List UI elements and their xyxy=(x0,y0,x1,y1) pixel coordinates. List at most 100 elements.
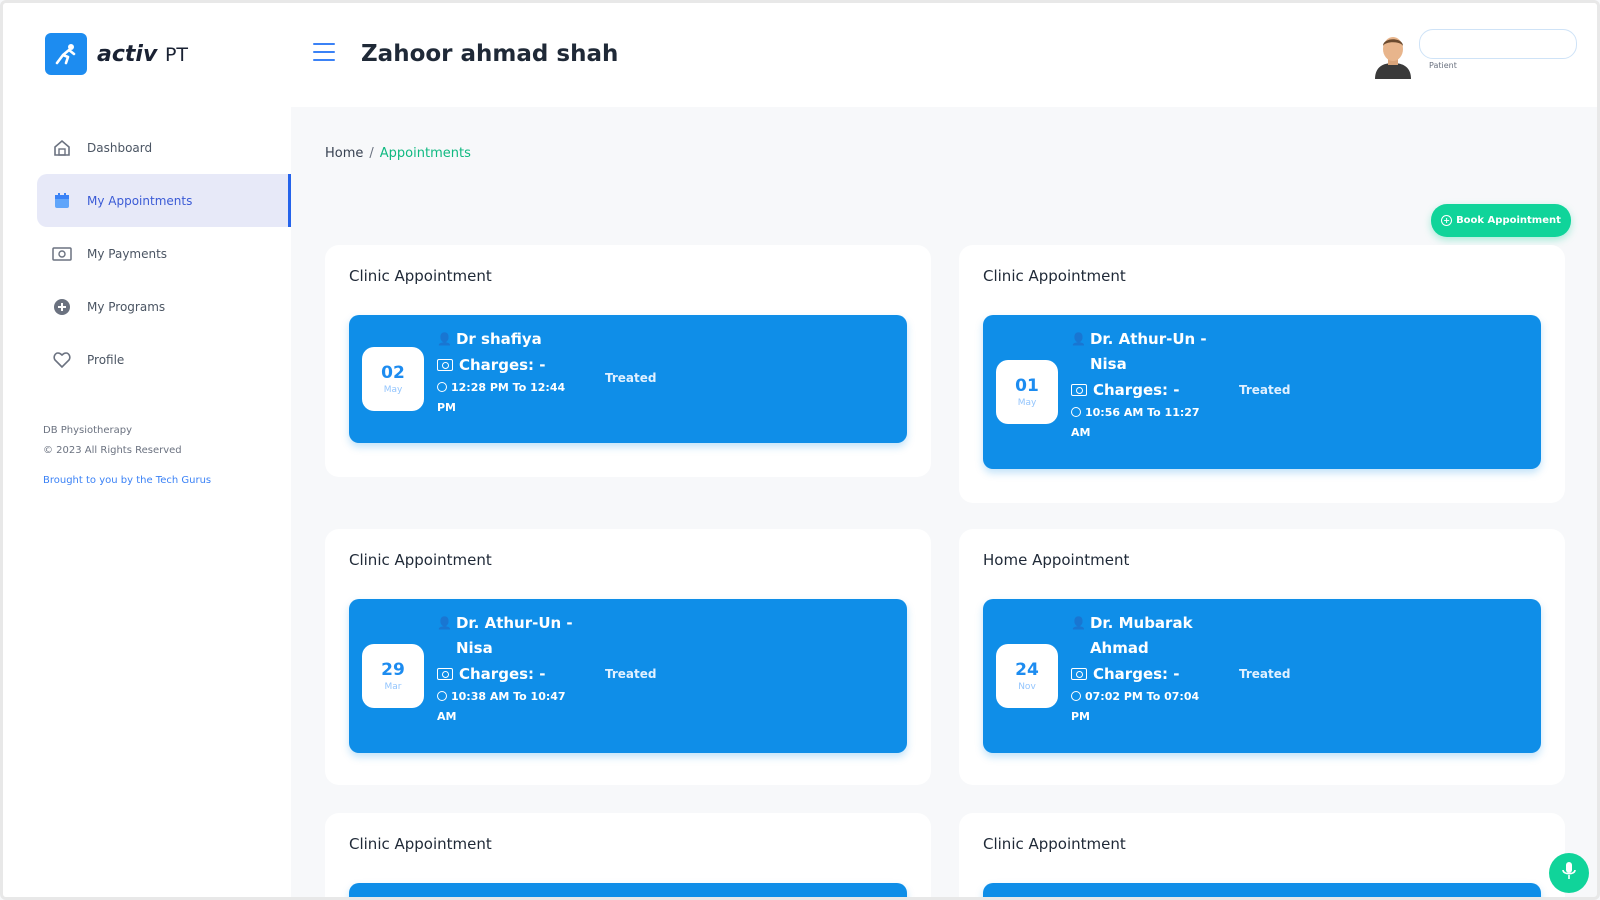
sidebar-item-label: Profile xyxy=(87,352,125,367)
charges: Charges: - xyxy=(459,665,546,683)
appointment-time: 07:02 PM To 07:04 PM xyxy=(1071,690,1200,723)
footer-copyright: © 2023 All Rights Reserved xyxy=(43,445,182,456)
sidebar-item-label: Dashboard xyxy=(87,140,153,155)
footer-credit-link[interactable]: Brought to you by the Tech Gurus xyxy=(43,471,211,491)
money-icon xyxy=(437,359,453,371)
clock-icon xyxy=(1071,407,1081,417)
sidebar-item-my-payments[interactable]: My Payments xyxy=(37,227,291,280)
user-icon: 👤 xyxy=(1071,616,1086,630)
plus-circle-icon xyxy=(51,296,73,318)
appointment-type: Clinic Appointment xyxy=(983,835,1126,853)
appointment-info: 👤 Dr shafiya Charges: - 12:28 PM To 12:44… xyxy=(437,327,587,418)
appointment-time: 10:56 AM To 11:27 AM xyxy=(1071,406,1200,439)
doctor-name: Dr. Athur-Un -Nisa xyxy=(455,614,573,657)
role-label: Patient xyxy=(1429,61,1457,70)
sidebar: activ PT Dashboard My Appointments My Pa… xyxy=(3,3,291,897)
appointment-card: Clinic Appointment 02 May 👤 Dr shafiya Ch… xyxy=(325,245,931,477)
logo-icon xyxy=(45,33,87,75)
date-day: 29 xyxy=(381,660,405,680)
user-icon: 👤 xyxy=(437,332,452,346)
logo[interactable]: activ PT xyxy=(45,33,188,75)
appointment-details[interactable]: 29 Mar 👤 Dr. Athur-Un -Nisa Charges: - 10… xyxy=(349,599,907,753)
breadcrumb-current: Appointments xyxy=(379,146,471,161)
date-month: May xyxy=(1017,398,1037,408)
appointment-time: 12:28 PM To 12:44 PM xyxy=(437,381,566,414)
logo-text: activ xyxy=(97,41,158,67)
charges: Charges: - xyxy=(1093,381,1180,399)
logo-suffix: PT xyxy=(164,43,189,66)
top-header: Zahoor ahmad shah Patient xyxy=(291,3,1597,107)
menu-toggle-icon[interactable] xyxy=(313,43,335,63)
appointment-type: Clinic Appointment xyxy=(349,835,492,853)
status-badge: Treated xyxy=(605,667,657,681)
breadcrumb-separator: / xyxy=(369,146,374,161)
avatar[interactable] xyxy=(1371,33,1415,79)
footer-brand: DB Physiotherapy xyxy=(43,425,133,436)
date-badge: 02 May xyxy=(362,347,424,411)
appointment-details[interactable]: 01 May 👤 Dr. Athur-Un -Nisa Charges: - 10… xyxy=(983,315,1541,469)
status-badge: Treated xyxy=(1239,383,1291,397)
sidebar-item-profile[interactable]: Profile xyxy=(37,333,291,386)
date-month: Mar xyxy=(384,682,402,692)
date-day: 01 xyxy=(1015,376,1039,396)
clock-icon xyxy=(437,382,447,392)
calendar-icon xyxy=(51,190,73,212)
money-icon xyxy=(437,668,453,680)
app-window: activ PT Dashboard My Appointments My Pa… xyxy=(0,0,1600,900)
appointment-type: Clinic Appointment xyxy=(983,267,1126,285)
sidebar-item-my-programs[interactable]: My Programs xyxy=(37,280,291,333)
date-month: May xyxy=(383,385,403,395)
sidebar-footer: DB Physiotherapy © 2023 All Rights Reser… xyxy=(43,421,211,491)
plus-icon: + xyxy=(1441,215,1453,226)
date-day: 24 xyxy=(1015,660,1039,680)
home-icon xyxy=(51,137,73,159)
date-day: 02 xyxy=(381,363,405,383)
appointment-type: Home Appointment xyxy=(983,551,1130,569)
appointment-details[interactable] xyxy=(349,883,907,897)
sidebar-nav: Dashboard My Appointments My Payments My… xyxy=(37,121,291,386)
status-badge: Treated xyxy=(605,371,657,385)
date-badge: 24 Nov xyxy=(996,644,1058,708)
status-badge: Treated xyxy=(1239,667,1291,681)
clock-icon xyxy=(437,691,447,701)
appointment-type: Clinic Appointment xyxy=(349,267,492,285)
appointment-card: Clinic Appointment xyxy=(959,813,1565,897)
voice-assistant-button[interactable] xyxy=(1549,853,1589,893)
appointment-info: 👤 Dr. Athur-Un -Nisa Charges: - 10:56 AM … xyxy=(1071,327,1221,443)
money-icon xyxy=(1071,384,1087,396)
money-icon xyxy=(1071,668,1087,680)
appointment-details[interactable]: 24 Nov 👤 Dr. Mubarak Ahmad Charges: - 07:… xyxy=(983,599,1541,753)
microphone-icon xyxy=(1561,861,1577,885)
sidebar-item-dashboard[interactable]: Dashboard xyxy=(37,121,291,174)
sidebar-item-label: My Programs xyxy=(87,299,166,314)
breadcrumb: Home / Appointments xyxy=(325,146,471,161)
role-select[interactable] xyxy=(1419,29,1577,59)
page-title: Zahoor ahmad shah xyxy=(361,41,619,67)
sidebar-item-my-appointments[interactable]: My Appointments xyxy=(37,174,291,227)
sidebar-item-label: My Appointments xyxy=(87,193,193,208)
date-badge: 29 Mar xyxy=(362,644,424,708)
breadcrumb-home[interactable]: Home xyxy=(325,146,363,161)
doctor-name: Dr. Mubarak Ahmad xyxy=(1089,614,1193,657)
clock-icon xyxy=(1071,691,1081,701)
appointment-details[interactable]: 02 May 👤 Dr shafiya Charges: - 12:28 PM T… xyxy=(349,315,907,443)
appointment-card: Clinic Appointment 29 Mar 👤 Dr. Athur-Un … xyxy=(325,529,931,785)
appointment-card: Home Appointment 24 Nov 👤 Dr. Mubarak Ahm… xyxy=(959,529,1565,785)
book-appointment-button[interactable]: + Book Appointment xyxy=(1431,204,1571,237)
appointment-time: 10:38 AM To 10:47 AM xyxy=(437,690,566,723)
appointment-card: Clinic Appointment 01 May 👤 Dr. Athur-Un … xyxy=(959,245,1565,503)
date-badge: 01 May xyxy=(996,360,1058,424)
doctor-name: Dr shafiya xyxy=(455,330,542,348)
book-appointment-label: Book Appointment xyxy=(1456,215,1561,226)
money-icon xyxy=(51,243,73,265)
appointment-type: Clinic Appointment xyxy=(349,551,492,569)
charges: Charges: - xyxy=(459,356,546,374)
sidebar-item-label: My Payments xyxy=(87,246,168,261)
appointment-details[interactable] xyxy=(983,883,1541,897)
user-icon: 👤 xyxy=(437,616,452,630)
user-icon: 👤 xyxy=(1071,332,1086,346)
appointment-card: Clinic Appointment xyxy=(325,813,931,897)
heart-icon xyxy=(51,349,73,371)
appointment-info: 👤 Dr. Mubarak Ahmad Charges: - 07:02 PM T… xyxy=(1071,611,1221,727)
charges: Charges: - xyxy=(1093,665,1180,683)
